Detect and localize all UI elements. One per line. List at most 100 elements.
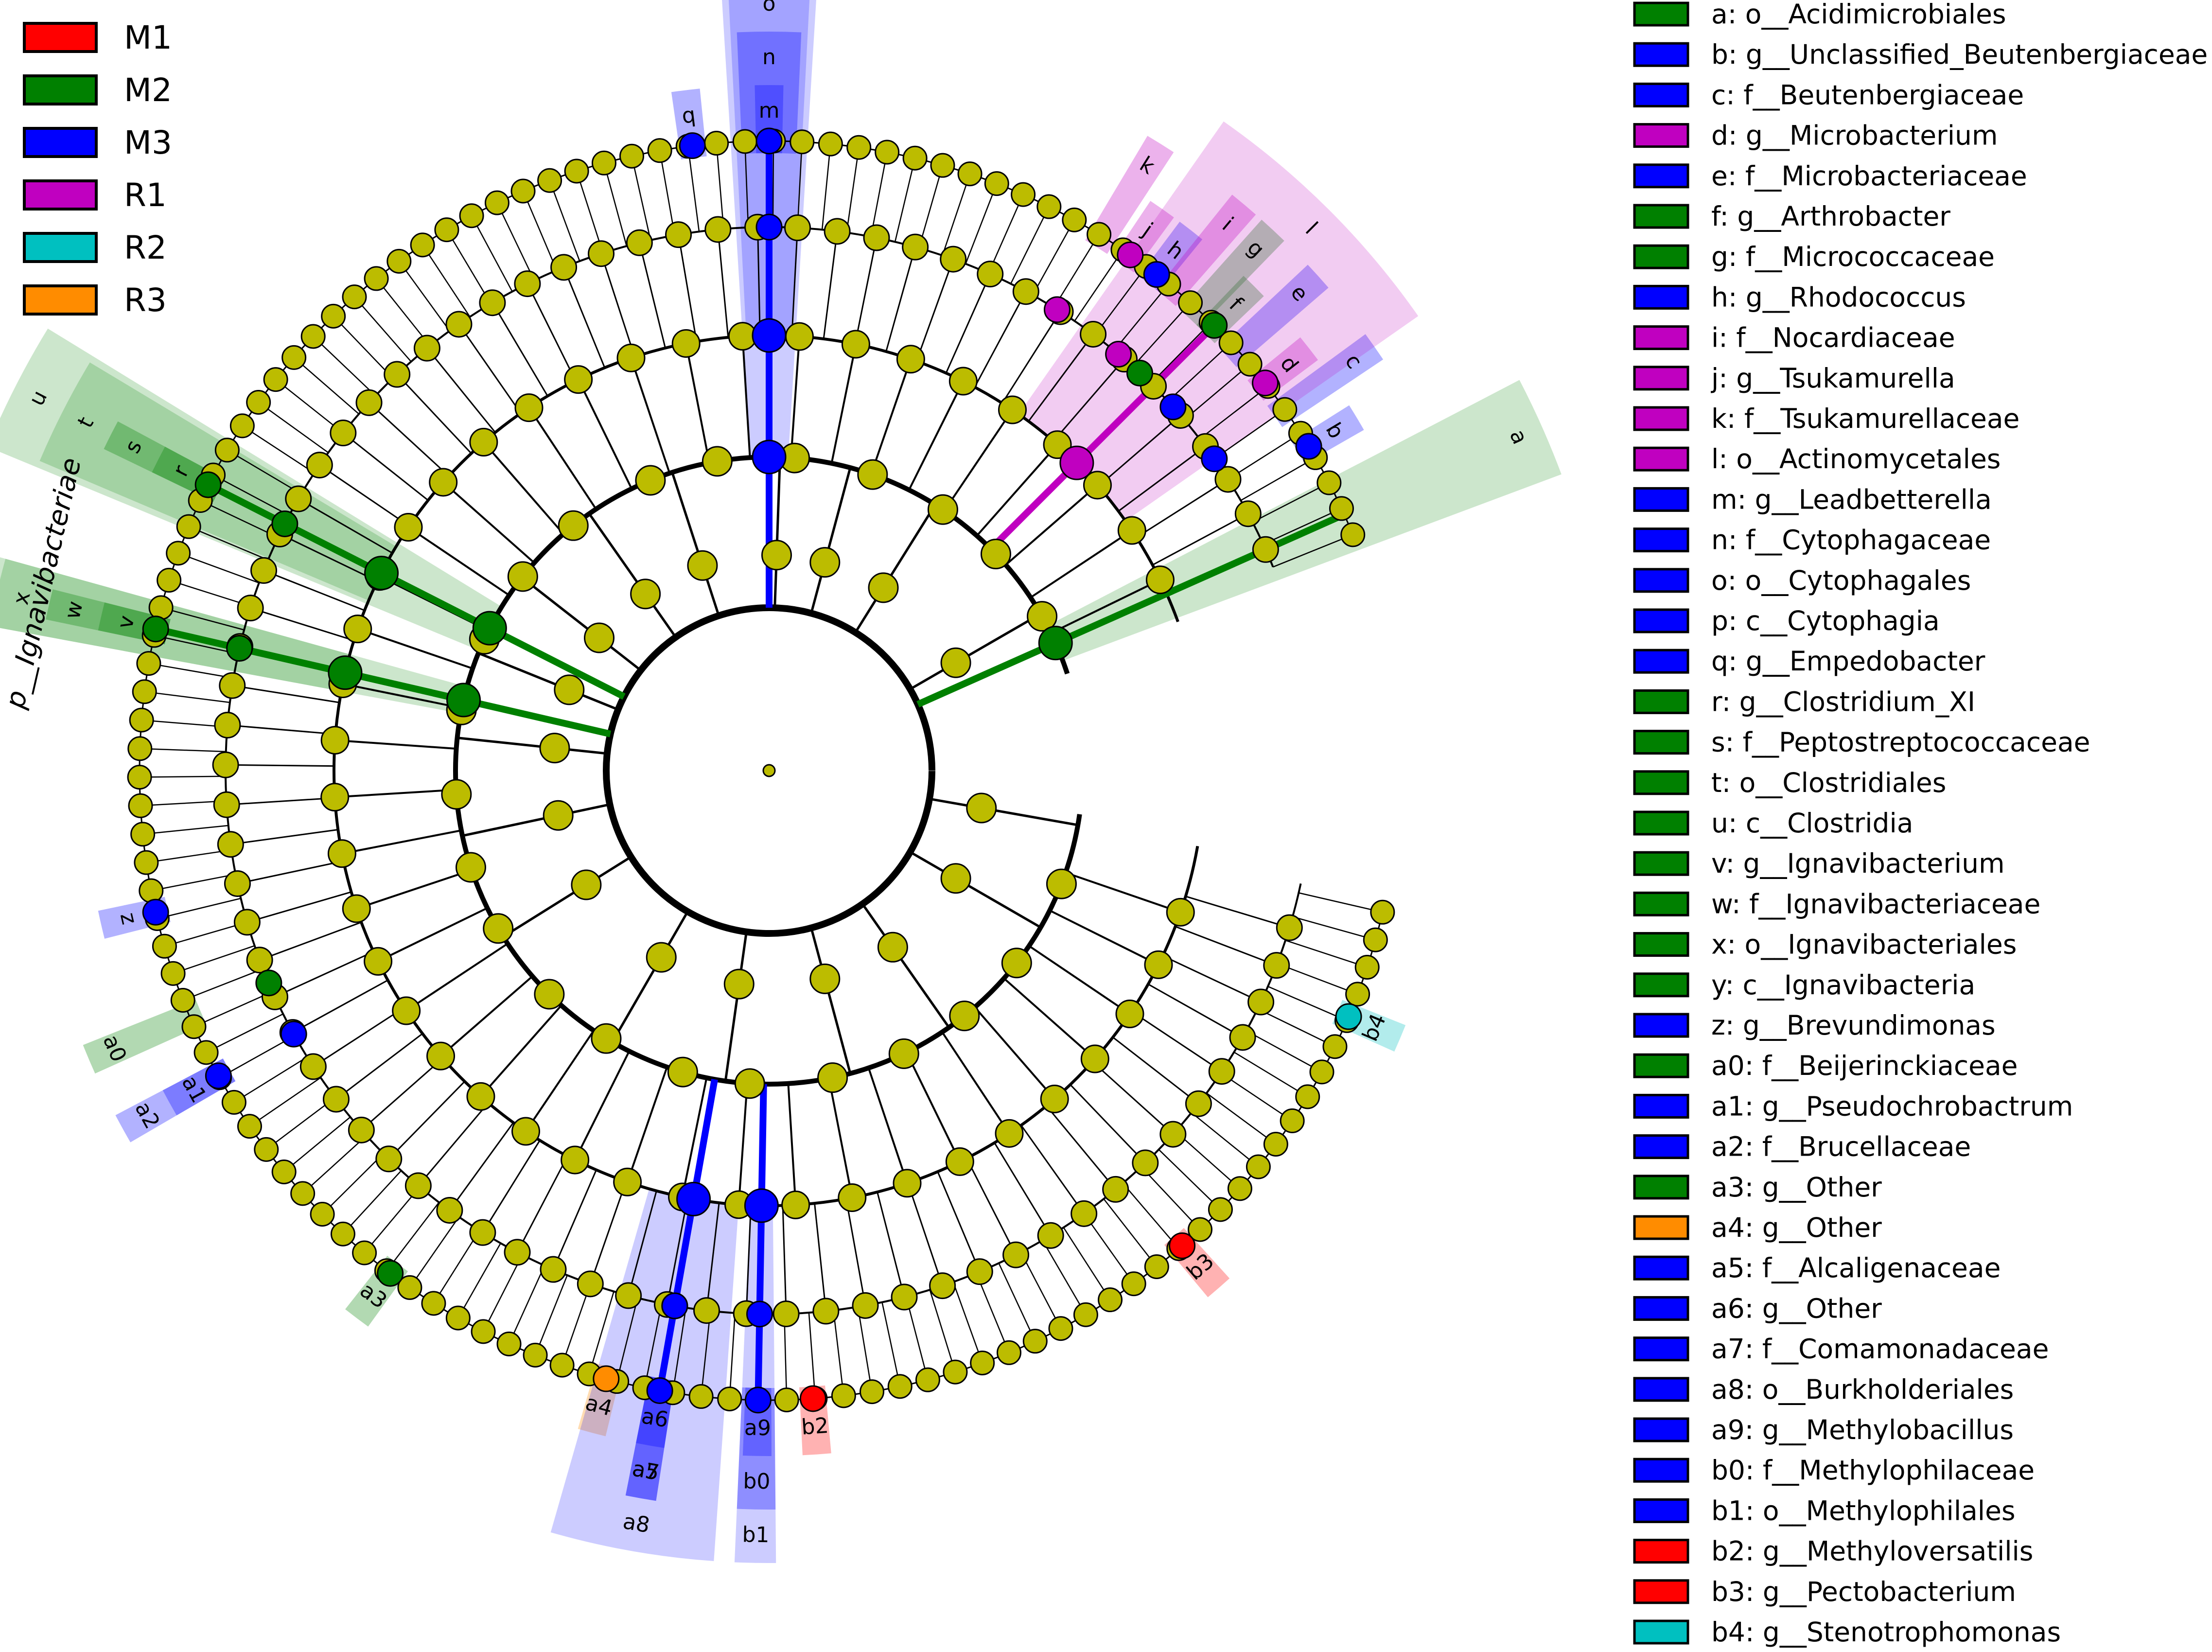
- tree-node: [957, 161, 983, 187]
- taxon-label-z: z: g__Brevundimonas: [1711, 1010, 1996, 1041]
- clade-label-o: o: [763, 0, 776, 16]
- tree-node: [940, 863, 971, 894]
- tree-node: [838, 1183, 867, 1213]
- taxon-label-b1: b1: o__Methylophilales: [1711, 1495, 2016, 1526]
- taxon-swatch-b3: [1633, 1579, 1689, 1604]
- tree-node: [896, 345, 925, 374]
- tree-node: [902, 145, 928, 171]
- tree-branch: [342, 1170, 402, 1235]
- tree-branch: [1175, 1131, 1241, 1189]
- taxon-swatch-s: [1633, 730, 1689, 755]
- tree-node: [732, 129, 757, 154]
- biomarker-node-y: [446, 683, 481, 718]
- tree-node: [1166, 897, 1195, 927]
- tree-branch: [418, 1102, 489, 1186]
- tree-node: [929, 1272, 956, 1300]
- tree-branch: [157, 897, 241, 919]
- tree-branch: [1020, 1252, 1062, 1329]
- tree-node: [1252, 536, 1279, 563]
- tree-node: [229, 413, 255, 439]
- taxon-swatch-y: [1633, 972, 1689, 998]
- tree-node: [868, 572, 899, 603]
- taxon-swatch-q: [1633, 649, 1689, 674]
- tree-node: [507, 561, 538, 592]
- tree-branch: [965, 183, 998, 264]
- tree-node: [214, 438, 240, 463]
- taxon-swatch-v: [1633, 851, 1689, 876]
- highlight-sectors: [0, 0, 1562, 1564]
- tree-node: [1354, 954, 1380, 980]
- taxon-swatch-o: [1633, 568, 1689, 593]
- tree-branch: [1103, 1198, 1158, 1267]
- tree-branch: [508, 1265, 545, 1344]
- taxon-swatch-b1: [1633, 1498, 1689, 1523]
- tree-node: [687, 550, 718, 581]
- tree-branch: [442, 481, 535, 564]
- clade-label-b1: b1: [742, 1522, 770, 1547]
- tree-branch: [563, 267, 606, 368]
- taxon-swatch-m: [1633, 487, 1689, 512]
- tree-node: [1080, 1044, 1109, 1073]
- tree-node: [790, 129, 815, 155]
- tree-node: [980, 539, 1011, 570]
- taxon-swatch-d: [1633, 123, 1689, 148]
- tree-branch: [1030, 529, 1133, 598]
- tree-node: [466, 1082, 495, 1111]
- tree-node: [1115, 999, 1144, 1028]
- taxon-label-n: n: f__Cytophagaceae: [1711, 525, 1991, 556]
- tree-node: [321, 303, 346, 329]
- tree-branch: [376, 278, 431, 347]
- tree-node: [514, 393, 544, 422]
- tree-branch: [589, 1181, 627, 1284]
- tree-node: [665, 221, 692, 248]
- tree-node: [1322, 1034, 1348, 1059]
- tree-node: [1062, 207, 1087, 232]
- tree-node: [130, 822, 156, 847]
- tree-branch: [941, 1031, 1010, 1134]
- tree-branch: [480, 1004, 562, 1097]
- tree-node: [539, 733, 570, 764]
- tree-node: [615, 1282, 642, 1309]
- tree-node: [212, 751, 239, 778]
- tree-node: [1144, 1254, 1169, 1279]
- tree-node: [152, 933, 177, 959]
- tree-branch: [386, 1202, 439, 1271]
- tree-branch: [1070, 1084, 1146, 1163]
- tree-branch: [773, 457, 782, 608]
- tree-branch: [918, 165, 944, 248]
- tree-node: [160, 961, 186, 986]
- tree-node: [386, 248, 412, 274]
- tree-node: [717, 1386, 742, 1411]
- tree-node: [213, 791, 240, 818]
- taxon-label-a8: a8: o__Burkholderiales: [1711, 1374, 2014, 1405]
- tree-branch: [259, 921, 362, 961]
- tree-node: [469, 428, 498, 457]
- tree-branch: [574, 1051, 630, 1160]
- tree-branch: [1046, 1105, 1116, 1190]
- tree-node: [940, 647, 971, 678]
- tree-node: [300, 324, 326, 349]
- taxon-swatch-e: [1633, 163, 1689, 189]
- tree-branch: [857, 1306, 873, 1392]
- tree-node: [320, 726, 350, 755]
- tree-node: [998, 395, 1027, 424]
- taxon-label-a7: a7: f__Comamonadaceae: [1711, 1334, 2049, 1365]
- tree-node: [281, 345, 307, 370]
- tree-node: [392, 996, 421, 1025]
- tree-branch: [1285, 940, 1368, 968]
- tree-branch: [552, 1169, 597, 1270]
- tree-branch: [1175, 926, 1277, 967]
- legend-label-m1: M1: [124, 19, 172, 56]
- taxon-swatch-a5: [1633, 1255, 1689, 1281]
- tree-branch: [549, 180, 580, 262]
- taxon-swatch-n: [1633, 527, 1689, 553]
- tree-branch: [361, 1057, 443, 1131]
- cladogram-svg: abcdefghijklmnopqrstuvwxyza0a1a2a3a4a5a6…: [0, 0, 2208, 1648]
- tree-node: [537, 168, 562, 193]
- biomarker-node-d: [1251, 369, 1279, 397]
- tree-branch: [1185, 896, 1290, 929]
- tree-node: [1363, 927, 1388, 952]
- tree-node: [364, 947, 393, 976]
- tree-node: [966, 1258, 993, 1285]
- tree-node: [943, 1359, 968, 1385]
